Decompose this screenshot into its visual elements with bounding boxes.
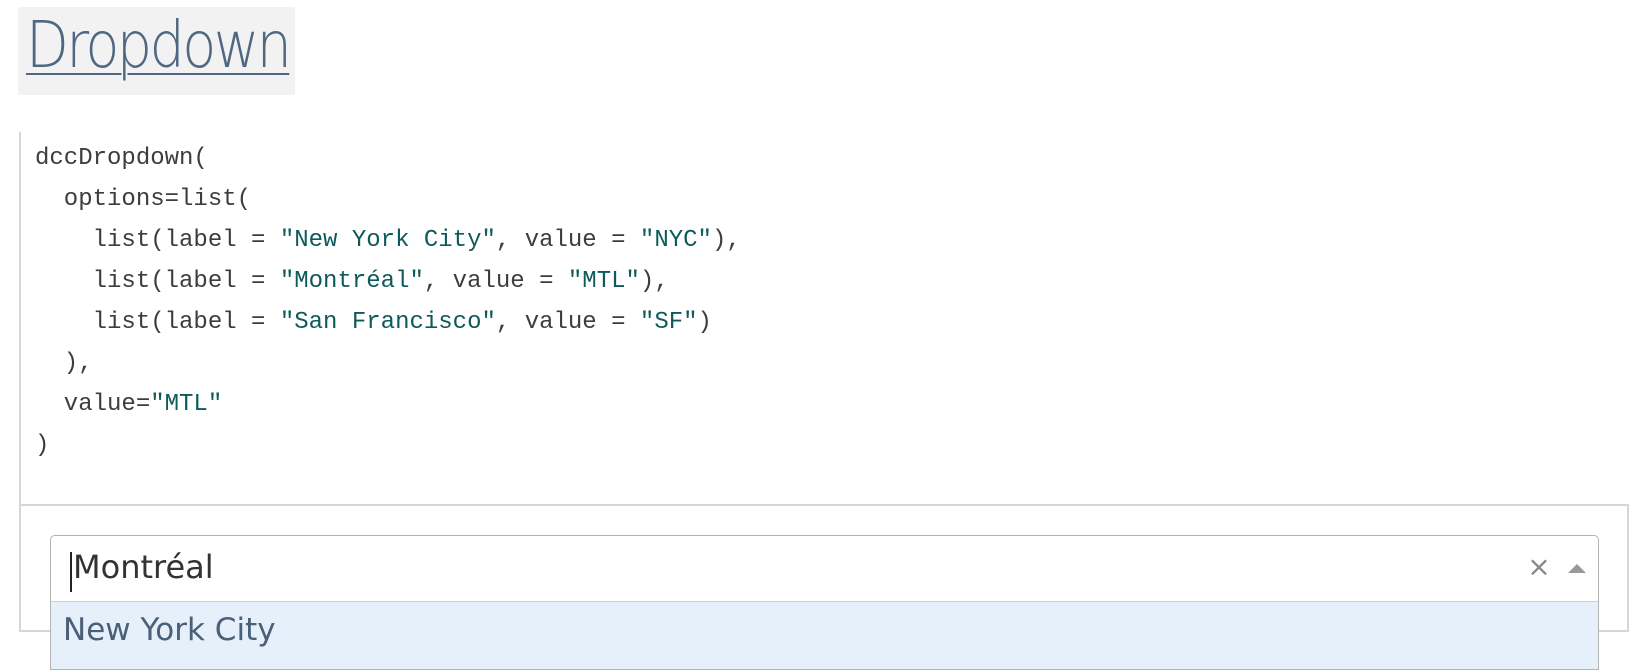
dropdown-control[interactable]: Montréal × — [51, 536, 1598, 602]
dropdown-heading-link[interactable]: Dropdown — [26, 9, 292, 83]
code-line: list(label = "San Francisco", value = "S… — [35, 308, 712, 338]
dropdown-menu: New York City — [51, 602, 1598, 669]
close-icon[interactable]: × — [1524, 550, 1554, 584]
code-token: list(label = — [35, 227, 280, 254]
code-string-literal: "NYC" — [639, 227, 712, 254]
city-dropdown[interactable]: Montréal × New York City — [50, 535, 1599, 670]
code-string-literal: "MTL" — [150, 391, 223, 418]
heading-container: Dropdown — [18, 7, 295, 95]
code-token: ), — [35, 350, 93, 377]
code-token: options=list( — [35, 186, 252, 213]
code-token: , value = — [495, 309, 640, 336]
code-token: list(label = — [35, 309, 280, 336]
code-line: ) — [35, 431, 49, 461]
dropdown-option-new-york-city[interactable]: New York City — [63, 612, 276, 648]
code-token: value= — [35, 391, 151, 418]
code-line: ), — [35, 349, 93, 379]
code-block: dccDropdown( options=list( list(label = … — [19, 132, 1631, 504]
code-line: options=list( — [35, 185, 251, 215]
text-cursor — [70, 552, 72, 592]
code-string-literal: "San Francisco" — [279, 309, 496, 336]
code-token: list(label = — [35, 268, 280, 295]
code-line: list(label = "New York City", value = "N… — [35, 226, 741, 256]
code-line: value="MTL" — [35, 390, 222, 420]
code-token: ) — [35, 432, 50, 459]
code-string-literal: "Montréal" — [279, 268, 424, 295]
code-token: , value = — [495, 227, 640, 254]
code-string-literal: "MTL" — [567, 268, 640, 295]
page: Dropdown dccDropdown( options=list( list… — [0, 0, 1652, 670]
code-token: ), — [711, 227, 741, 254]
code-string-literal: "New York City" — [279, 227, 496, 254]
code-token: ), — [639, 268, 669, 295]
code-token: ) — [697, 309, 712, 336]
dropdown-selected-value[interactable]: Montréal — [73, 548, 214, 586]
code-string-literal: "SF" — [639, 309, 698, 336]
code-token: dccDropdown( — [35, 145, 208, 172]
code-line: list(label = "Montréal", value = "MTL"), — [35, 267, 669, 297]
code-line: dccDropdown( — [35, 144, 208, 174]
code-token: , value = — [423, 268, 568, 295]
caret-up-icon[interactable] — [1561, 554, 1591, 584]
